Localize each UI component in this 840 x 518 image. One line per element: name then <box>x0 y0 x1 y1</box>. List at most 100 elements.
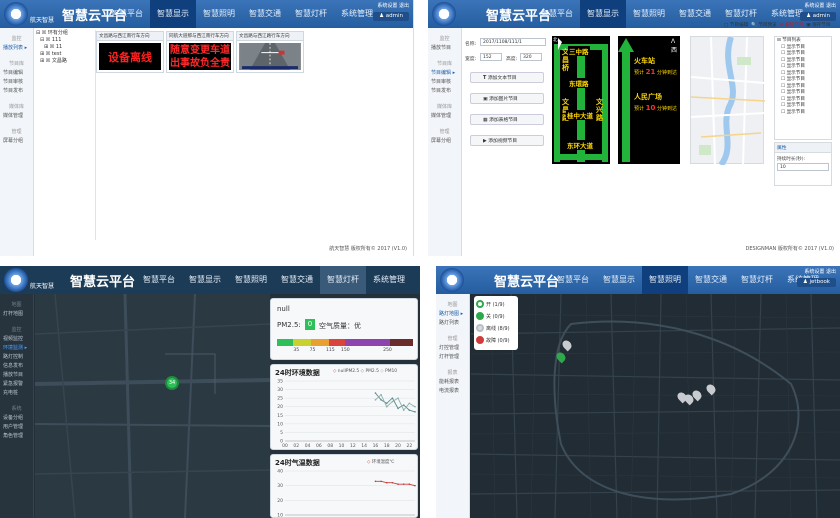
data-point <box>374 480 377 483</box>
nav-item[interactable]: 智慧平台 <box>534 0 580 28</box>
sidebar-item[interactable]: 视频监控 <box>0 335 33 344</box>
width-input[interactable]: 152 <box>480 53 502 61</box>
sidebar-item-active[interactable]: 节目编辑 ▸ <box>428 69 461 78</box>
sidebar-item[interactable]: 节目发布 <box>428 87 461 96</box>
user-button[interactable]: ♟ admin <box>373 12 409 21</box>
nav-item[interactable]: 智慧交通 <box>672 0 718 28</box>
sidebar-item[interactable]: 设备分组 <box>0 414 33 423</box>
nav-item[interactable]: 智慧交通 <box>688 266 734 294</box>
sidebar-item[interactable]: 节目审核 <box>0 78 33 87</box>
sidebar-item[interactable]: 信息发布 <box>0 362 33 371</box>
toolbar-edit-button[interactable]: □ 节目编辑 <box>724 23 748 28</box>
sidebar-item[interactable]: 灯杆地图 <box>0 310 33 319</box>
nav-item-active[interactable]: 智慧照明 <box>642 266 688 294</box>
sidebar-item[interactable]: 媒体管理 <box>428 112 461 121</box>
nav-item[interactable]: 智慧平台 <box>550 266 596 294</box>
top-header: 航天智慧 智慧云平台 智慧平台 智慧显示 智慧照明 智慧交通 智慧灯杆 系统管理 <box>0 266 420 294</box>
add-text-button[interactable]: T 添加文本节目 <box>470 72 544 83</box>
tree-node[interactable]: ⊟ ☒ 111 <box>36 37 94 44</box>
nav-item[interactable]: 智慧平台 <box>136 266 182 294</box>
sidebar-item[interactable]: 节目审核 <box>428 78 461 87</box>
user-links[interactable]: 系统设置 退出 <box>377 3 409 9</box>
sidebar-item-active[interactable]: 路灯地图 ▸ <box>436 310 469 319</box>
sidebar-item[interactable]: 用户管理 <box>0 423 33 432</box>
sign-text: 东环大道 <box>566 140 594 150</box>
nav-item[interactable]: 智慧照明 <box>196 0 242 28</box>
sidebar-item[interactable]: 紧急报警 <box>0 380 33 389</box>
top-header: 航天智慧 智慧云平台 智慧平台 智慧显示 智慧照明 智慧交通 智慧灯杆 系统管理… <box>0 0 413 28</box>
sidebar-item[interactable]: 节目发布 <box>0 87 33 96</box>
nav-item[interactable]: 智慧交通 <box>274 266 320 294</box>
sidebar-item[interactable]: 电流报表 <box>436 387 469 396</box>
dark-city-map[interactable] <box>471 294 840 518</box>
logo-text: 航天智慧 <box>30 18 55 24</box>
dark-map[interactable]: 34 <box>35 294 270 518</box>
nav-item[interactable]: 系统管理 <box>366 266 412 294</box>
nav-item-active[interactable]: 智慧显示 <box>150 0 196 28</box>
eta-text: 预计 21 分钟到达 <box>634 68 677 76</box>
sidebar-item[interactable]: 充电桩 <box>0 389 33 398</box>
nav-item[interactable]: 智慧显示 <box>596 266 642 294</box>
legend-item-fault[interactable]: 故障 (0/9) <box>476 334 516 346</box>
aq-scale-bar <box>277 339 413 346</box>
nav-item[interactable]: 智慧灯杆 <box>288 0 334 28</box>
add-table-button[interactable]: ▦ 添加表格节目 <box>470 114 544 125</box>
nav-item[interactable]: 智慧显示 <box>182 266 228 294</box>
temp-legend: ◇ 环境温度℃ <box>367 460 395 465</box>
legend-item-on[interactable]: 开 (1/9) <box>476 298 516 310</box>
toolbar-preview-button[interactable]: 🔍 节目预览 <box>751 23 777 28</box>
sidebar-item[interactable]: 媒体管理 <box>0 112 33 121</box>
top-header: 智慧云平台 智慧平台 智慧显示 智慧照明 智慧交通 智慧灯杆 系统管理 系统设置… <box>436 266 840 294</box>
screen-panel[interactable]: 同航大道那与西江南行车方向 随意变更车道 出事故负全责 <box>166 31 234 73</box>
legend-item-offline[interactable]: 离线 (8/9) <box>476 322 516 334</box>
tree-node[interactable]: ☐ 显示节目 <box>777 110 829 117</box>
height-input[interactable]: 320 <box>520 53 542 61</box>
add-video-button[interactable]: ▶ 添加视频节目 <box>470 135 544 146</box>
name-input[interactable]: 2017/1108/111/1 <box>480 38 546 46</box>
sidebar-item[interactable]: 播放节目 <box>428 44 461 53</box>
tree-node[interactable]: ⊞ ☒ 文昌路 <box>36 58 94 65</box>
map-thumbnail[interactable] <box>690 36 765 165</box>
cluster-marker[interactable]: 34 <box>165 376 179 390</box>
sidebar-item[interactable]: 灯控管理 <box>436 344 469 353</box>
user-button[interactable]: ♟ admin <box>800 12 836 21</box>
nav-item-active[interactable]: 智慧灯杆 <box>320 266 366 294</box>
user-name: admin <box>385 13 403 19</box>
route-sign-preview[interactable]: 北 文昌桥 三中路 东環路 文昌路 桂中大道 文兴路 东环大道 <box>552 36 610 164</box>
nav-item[interactable]: 智慧照明 <box>228 266 274 294</box>
sidebar-item[interactable]: 角色管理 <box>0 432 33 441</box>
x-tick-label: 02 <box>293 443 299 449</box>
sidebar-item[interactable]: 路灯列表 <box>436 319 469 328</box>
user-links[interactable]: 系统设置 退出 <box>804 3 836 9</box>
sidebar-item[interactable]: 灯杆管理 <box>436 353 469 362</box>
add-image-button[interactable]: ▣ 添加图片节目 <box>470 93 544 104</box>
sidebar-item-active[interactable]: 环境监测 ▸ <box>0 344 33 353</box>
sidebar-item[interactable]: 节目编辑 <box>0 69 33 78</box>
nav-item[interactable]: 智慧平台 <box>104 0 150 28</box>
sidebar-item[interactable]: 路灯控制 <box>0 353 33 362</box>
screen-panel[interactable]: 文昌路与西江路行车方向 <box>236 31 304 73</box>
nav-item[interactable]: 智慧灯杆 <box>734 266 780 294</box>
user-links[interactable]: 系统设置 退出 <box>804 269 836 275</box>
tree-node[interactable]: ⊞ ☒ test <box>36 51 94 58</box>
eta-sign-preview[interactable]: Λ西 火车站 预计 21 分钟到达 人民广场 预计 10 分钟到达 <box>618 36 680 164</box>
legend-item-off[interactable]: 关 (0/9) <box>476 310 516 322</box>
x-tick-label: 00 <box>282 443 288 449</box>
tree-node[interactable]: ⊟ ☒ 环有分组 <box>36 30 94 37</box>
nav-item[interactable]: 智慧交通 <box>242 0 288 28</box>
nav-item[interactable]: 智慧照明 <box>626 0 672 28</box>
tree-node[interactable]: ⊞ ☒ 11 <box>36 44 94 51</box>
nav-item-active[interactable]: 智慧显示 <box>580 0 626 28</box>
sidebar-item-active[interactable]: 播放列表 ▸ <box>0 44 33 53</box>
user-button[interactable]: ♟ jetbook <box>796 278 836 287</box>
duration-input[interactable]: 10 <box>777 163 829 171</box>
x-tick-label: 08 <box>327 443 333 449</box>
sidebar-item[interactable]: 能耗报表 <box>436 378 469 387</box>
toolbar-save-button[interactable]: ▣ 保存节目 <box>806 23 830 28</box>
sidebar-item[interactable]: 播放节目 <box>0 371 33 380</box>
sidebar-item[interactable]: 屏幕分组 <box>428 137 461 146</box>
sidebar-item[interactable]: 屏幕分组 <box>0 137 33 146</box>
screen-panel[interactable]: 文昌路与西江南行车方向 设备离线 <box>96 31 164 73</box>
data-point <box>402 483 405 485</box>
toolbar-delete-button[interactable]: ✖ 删除节目 <box>780 23 804 28</box>
